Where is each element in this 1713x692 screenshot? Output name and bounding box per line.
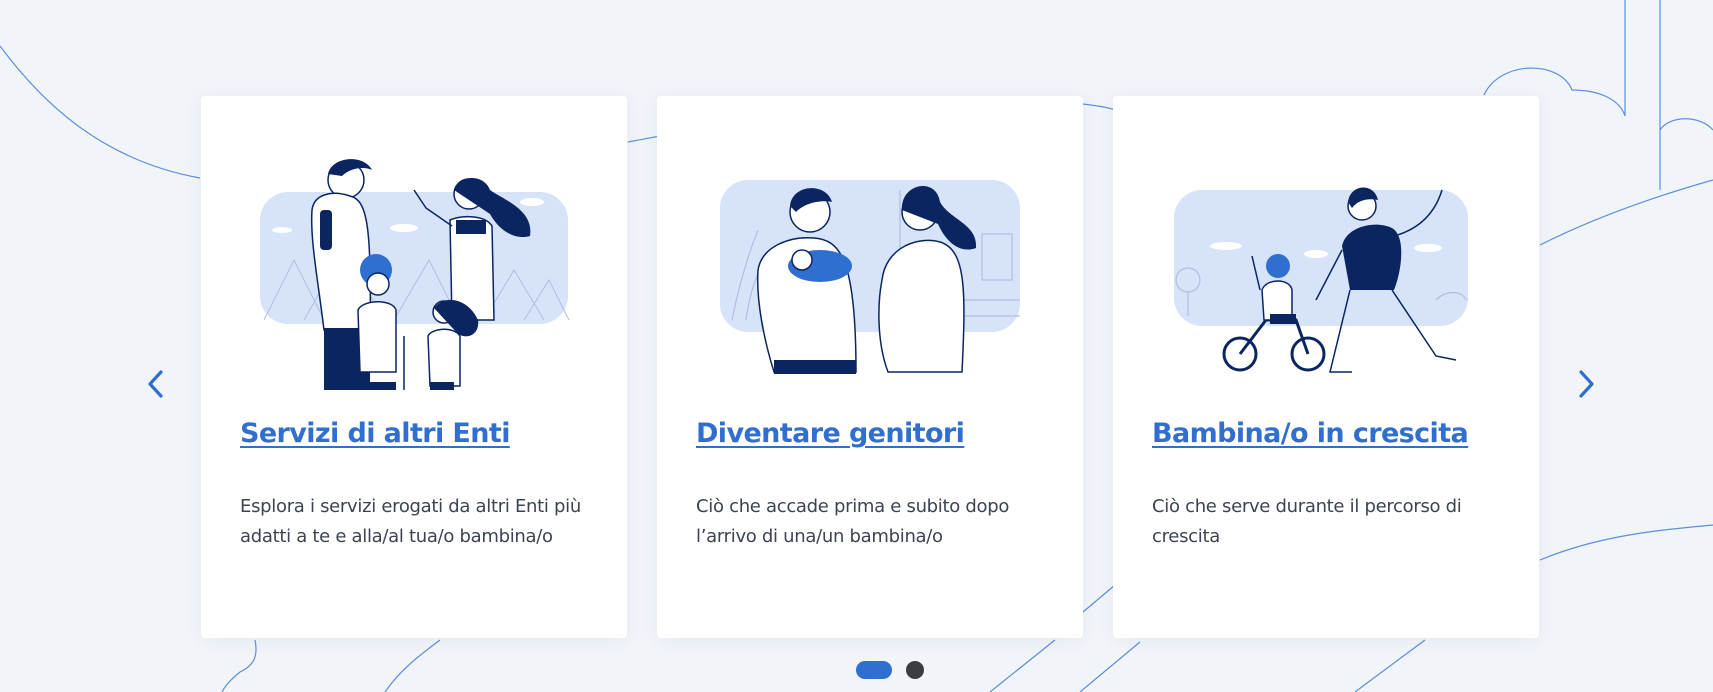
card-description: Ciò che accade prima e subito dopo l’arr… xyxy=(696,496,1010,547)
card-title-link[interactable]: Servizi di altri Enti xyxy=(240,418,510,449)
carousel-card-servizi-enti: Servizi di altri Enti Esplora i servizi … xyxy=(201,96,627,638)
card-description: Esplora i servizi erogati da altri Enti … xyxy=(240,496,581,547)
pagination-dot[interactable] xyxy=(906,661,924,679)
family-hiking-illustration xyxy=(260,159,570,390)
pagination-dot-active[interactable] xyxy=(856,661,892,679)
expecting-parents-illustration xyxy=(720,180,1020,374)
chevron-left-icon xyxy=(148,370,163,398)
card-title-link[interactable]: Diventare genitori xyxy=(696,418,965,449)
carousel-pagination xyxy=(856,661,924,679)
card-title-link[interactable]: Bambina/o in crescita xyxy=(1152,418,1469,449)
carousel-prev-button[interactable] xyxy=(136,364,176,404)
carousel-card-diventare-genitori: Diventare genitori Ciò che accade prima … xyxy=(657,96,1083,638)
child-bicycle-illustration xyxy=(1174,187,1468,373)
card-description: Ciò che serve durante il percorso di cre… xyxy=(1152,496,1462,547)
carousel-next-button[interactable] xyxy=(1566,364,1606,404)
chevron-right-icon xyxy=(1579,370,1594,398)
carousel-card-bambina-crescita: Bambina/o in crescita Ciò che serve dura… xyxy=(1113,96,1539,638)
